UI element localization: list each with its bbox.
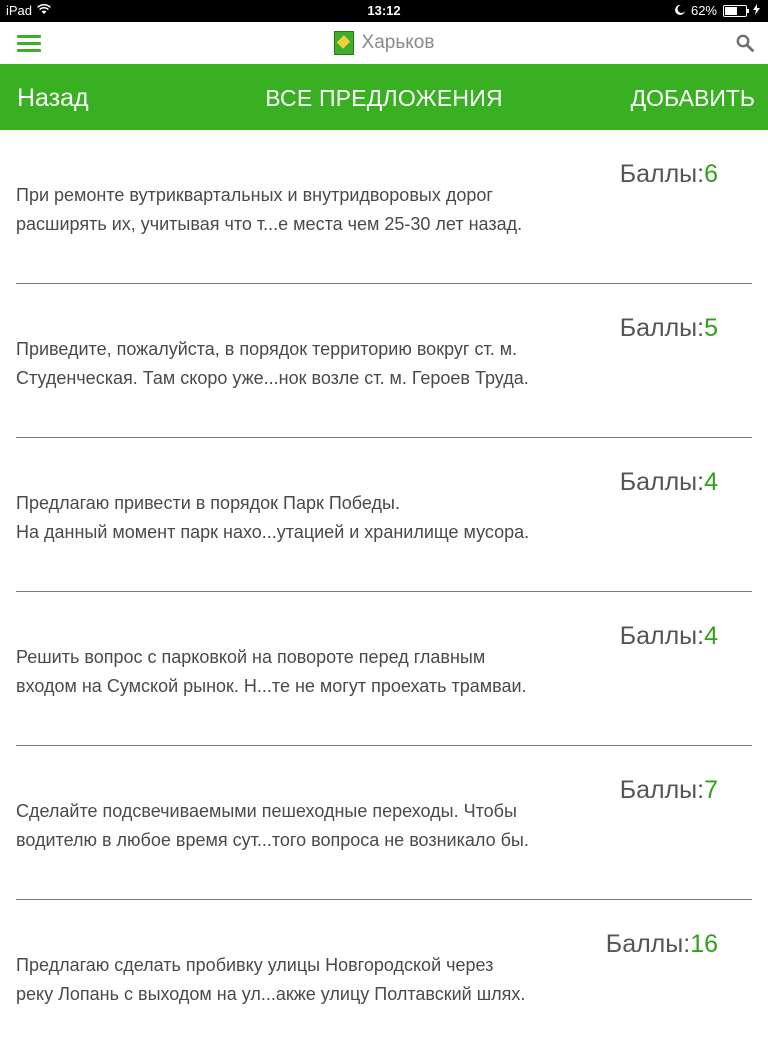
city-brand: Харьков (0, 31, 768, 60)
proposal-line: Решить вопрос с парковкой на повороте пе… (16, 647, 486, 667)
status-right: 62% (675, 3, 760, 18)
battery-icon (723, 4, 749, 17)
score-value: 6 (704, 160, 718, 188)
add-button[interactable]: ДОБАВИТЬ (631, 85, 755, 112)
score-label: Баллы: (619, 468, 705, 496)
proposal-score: Баллы:4 (620, 468, 718, 497)
search-icon[interactable] (736, 34, 754, 52)
proposal-line: На данный момент парк нахо...утацией и х… (16, 522, 530, 542)
proposal-line: входом на Сумской рынок. Н...те не могут… (16, 676, 527, 696)
proposal-text: Предлагаю привести в порядок Парк Победы… (16, 489, 616, 547)
battery-fill (725, 6, 738, 15)
proposal-score: Баллы:5 (620, 314, 718, 343)
score-label: Баллы: (619, 314, 705, 342)
proposal-item[interactable]: Баллы:5 Приведите, пожалуйста, в порядок… (16, 284, 752, 438)
proposal-list: Баллы:6 При ремонте вутриквартальных и в… (0, 130, 768, 1053)
proposal-score: Баллы:7 (620, 776, 718, 805)
score-value: 5 (704, 314, 718, 342)
proposal-item[interactable]: Баллы:6 При ремонте вутриквартальных и в… (16, 130, 752, 284)
proposal-text: Приведите, пожалуйста, в порядок террито… (16, 335, 616, 393)
proposal-item[interactable]: Баллы:16 Предлагаю сделать пробивку улиц… (16, 900, 752, 1053)
proposal-line: водителю в любое время сут...того вопрос… (16, 830, 529, 850)
moon-icon (675, 3, 685, 18)
proposal-line: При ремонте вутриквартальных и внутридво… (16, 185, 493, 205)
proposal-line: Сделайте подсвечиваемыми пешеходные пере… (16, 801, 517, 821)
proposal-line: Предлагаю сделать пробивку улицы Новгоро… (16, 955, 494, 975)
score-label: Баллы: (619, 776, 705, 804)
proposal-score: Баллы:16 (606, 930, 718, 959)
proposal-text: Предлагаю сделать пробивку улицы Новгоро… (16, 951, 616, 1009)
score-value: 4 (704, 622, 718, 650)
proposal-text: При ремонте вутриквартальных и внутридво… (16, 181, 616, 239)
city-name: Харьков (361, 32, 435, 53)
charging-bolt-icon (753, 3, 760, 18)
proposal-line: Студенческая. Там скоро уже...нок возле … (16, 368, 529, 388)
proposal-line: реку Лопань с выходом на ул...акже улицу… (16, 984, 526, 1004)
proposal-score: Баллы:4 (620, 622, 718, 651)
proposal-score: Баллы:6 (620, 160, 718, 189)
score-label: Баллы: (619, 160, 705, 188)
score-value: 16 (690, 930, 718, 958)
score-value: 7 (704, 776, 718, 804)
score-label: Баллы: (605, 930, 691, 958)
proposal-text: Сделайте подсвечиваемыми пешеходные пере… (16, 797, 616, 855)
navigation-bar: Назад ВСЕ ПРЕДЛОЖЕНИЯ ДОБАВИТЬ (0, 64, 768, 130)
proposal-item[interactable]: Баллы:4 Решить вопрос с парковкой на пов… (16, 592, 752, 746)
proposal-line: Приведите, пожалуйста, в порядок террито… (16, 339, 518, 359)
status-bar: iPad 13:12 62% (0, 0, 768, 22)
proposal-item[interactable]: Баллы:4 Предлагаю привести в порядок Пар… (16, 438, 752, 592)
proposal-text: Решить вопрос с парковкой на повороте пе… (16, 643, 616, 701)
proposal-line: Предлагаю привести в порядок Парк Победы… (16, 493, 400, 513)
score-value: 4 (704, 468, 718, 496)
proposal-line: расширять их, учитывая что т...е места ч… (16, 214, 523, 234)
proposal-item[interactable]: Баллы:7 Сделайте подсвечиваемыми пешеход… (16, 746, 752, 900)
score-label: Баллы: (619, 622, 705, 650)
city-emblem-icon (333, 31, 354, 55)
battery-percent: 62% (690, 3, 717, 18)
status-time: 13:12 (367, 3, 401, 18)
app-header: Харьков (0, 22, 768, 64)
